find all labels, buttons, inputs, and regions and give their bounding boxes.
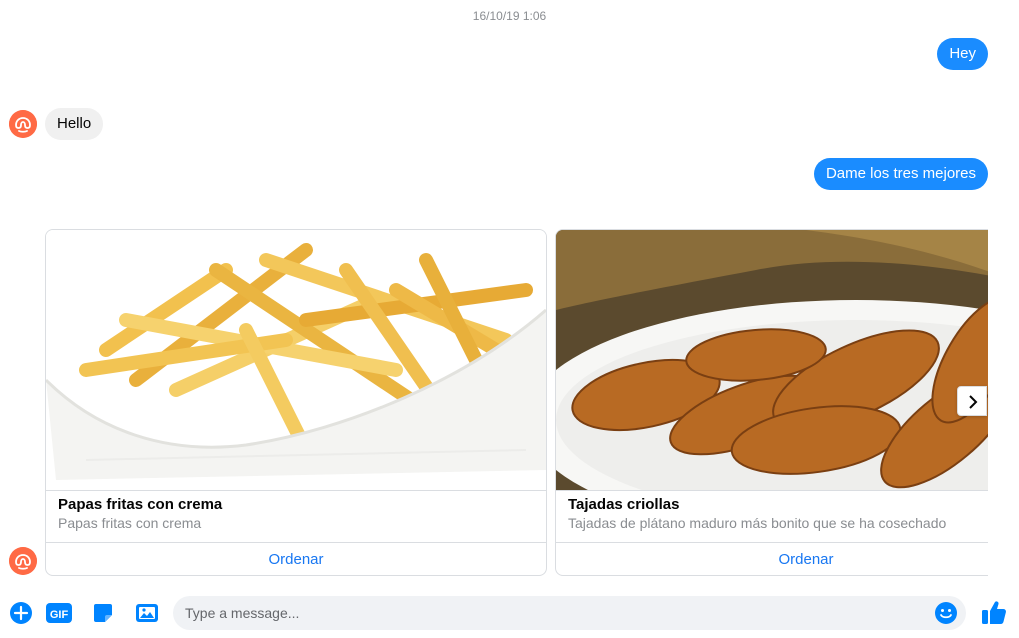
plus-icon[interactable] xyxy=(9,601,33,625)
bot-avatar[interactable] xyxy=(9,547,37,575)
image-icon[interactable] xyxy=(135,601,159,625)
timestamp: 16/10/19 1:06 xyxy=(472,9,547,23)
bot-logo-icon xyxy=(9,547,37,575)
bot-avatar[interactable] xyxy=(9,110,37,138)
gif-icon[interactable]: GIF xyxy=(46,601,72,625)
message-composer: GIF xyxy=(0,590,1019,638)
message-bubble-outgoing: Dame los tres mejores xyxy=(813,158,988,190)
svg-text:GIF: GIF xyxy=(50,609,69,621)
bot-logo-icon xyxy=(9,110,37,138)
order-button[interactable]: Ordenar xyxy=(556,542,988,575)
thumbs-up-icon[interactable] xyxy=(980,598,1008,626)
order-button[interactable]: Ordenar xyxy=(46,542,546,575)
chevron-right-icon xyxy=(969,395,978,409)
product-card: Tajadas criollas Tajadas de plátano madu… xyxy=(555,229,988,576)
card-title: Tajadas criollas xyxy=(568,496,680,513)
message-bubble-incoming: Hello xyxy=(45,108,104,140)
emoji-icon[interactable] xyxy=(934,601,958,625)
fries-image xyxy=(46,230,546,490)
carousel-next-button[interactable] xyxy=(957,386,987,416)
card-title: Papas fritas con crema xyxy=(58,496,223,513)
product-carousel: Papas fritas con crema Papas fritas con … xyxy=(45,229,988,576)
message-input-wrapper xyxy=(173,596,966,630)
card-text: Tajadas criollas Tajadas de plátano madu… xyxy=(556,490,988,542)
card-text: Papas fritas con crema Papas fritas con … xyxy=(46,490,546,542)
card-subtitle: Tajadas de plátano maduro más bonito que… xyxy=(568,515,947,531)
message-input[interactable] xyxy=(185,596,925,630)
message-bubble-outgoing: Hey xyxy=(937,38,988,70)
plantain-image xyxy=(556,230,988,490)
product-card: Papas fritas con crema Papas fritas con … xyxy=(45,229,547,576)
card-subtitle: Papas fritas con crema xyxy=(58,515,202,531)
sticker-icon[interactable] xyxy=(91,601,115,625)
